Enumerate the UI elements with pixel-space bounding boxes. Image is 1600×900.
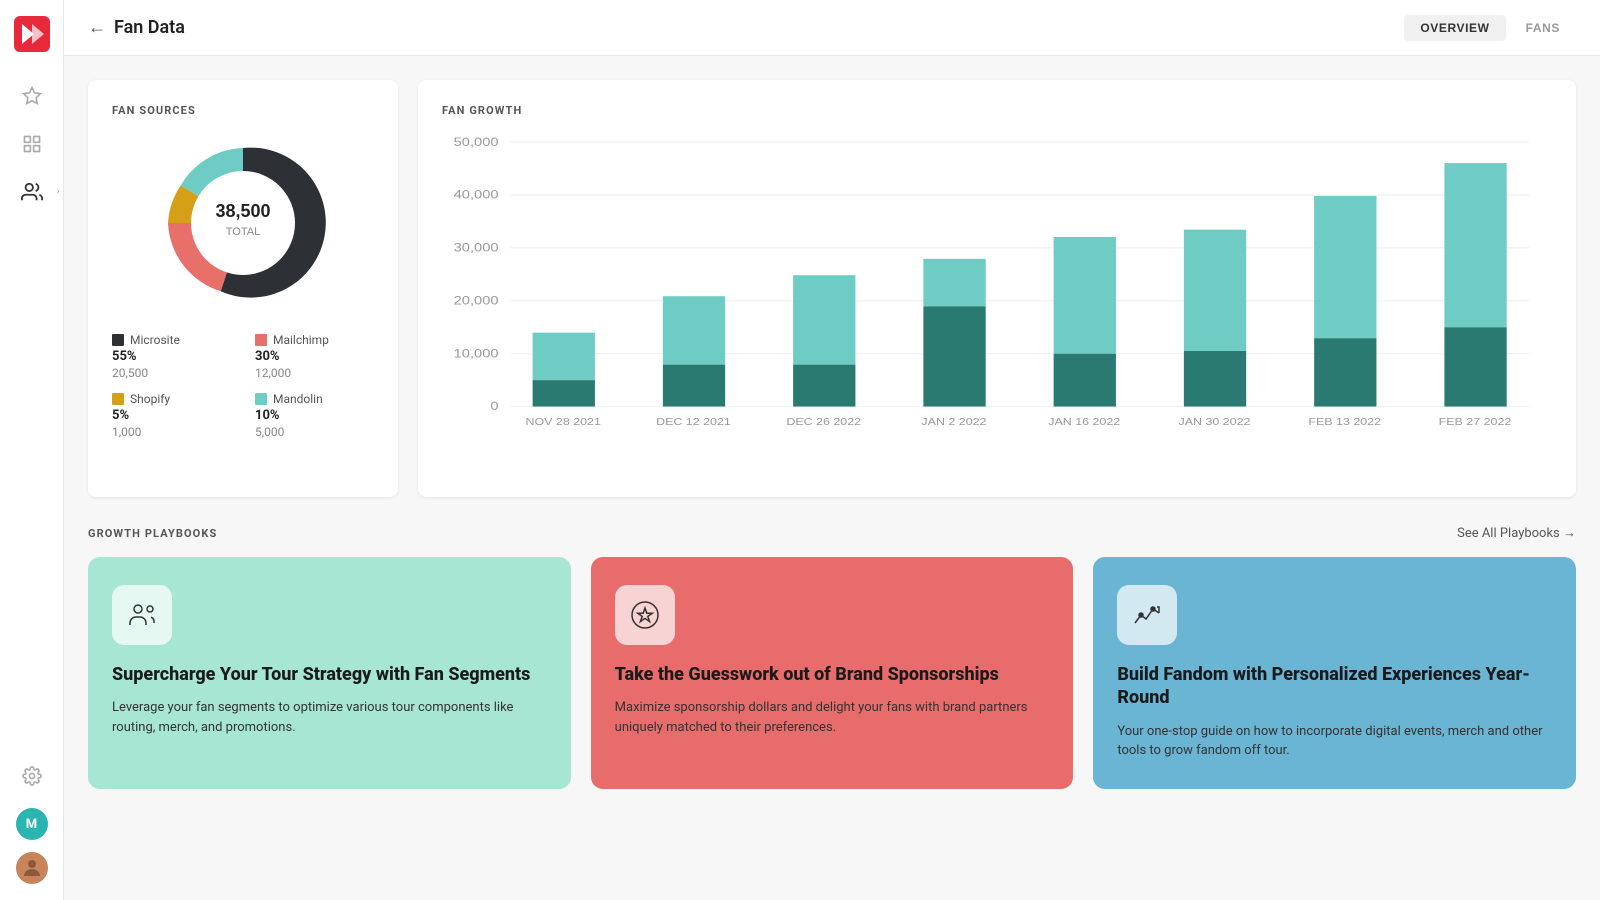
legend-mailchimp: Mailchimp 30% 12,000 xyxy=(255,333,374,380)
star-circle-icon xyxy=(629,599,661,631)
svg-text:0: 0 xyxy=(490,400,498,413)
legend-shopify: Shopify 5% 1,000 xyxy=(112,392,231,439)
fan-sources-legend: Microsite 55% 20,500 Mailchimp 30% 12,00… xyxy=(112,333,374,439)
playbooks-section: GROWTH PLAYBOOKS See All Playbooks → Sup xyxy=(88,525,1576,789)
svg-text:TOTAL: TOTAL xyxy=(226,226,260,238)
playbook-fandom-title: Build Fandom with Personalized Experienc… xyxy=(1117,663,1552,710)
svg-text:38,500: 38,500 xyxy=(215,201,270,221)
legend-mandolin: Mandolin 10% 5,000 xyxy=(255,392,374,439)
top-cards-row: FAN SOURCES 38, xyxy=(88,80,1576,497)
playbook-tour-desc: Leverage your fan segments to optimize v… xyxy=(112,698,547,737)
users-group-icon xyxy=(126,599,158,631)
playbooks-section-title: GROWTH PLAYBOOKS xyxy=(88,527,217,540)
svg-text:FEB 27 2022: FEB 27 2022 xyxy=(1439,417,1512,428)
legend-microsite: Microsite 55% 20,500 xyxy=(112,333,231,380)
fan-sources-title: FAN SOURCES xyxy=(112,104,374,117)
svg-text:DEC 26 2022: DEC 26 2022 xyxy=(786,417,861,428)
svg-text:FEB 13 2022: FEB 13 2022 xyxy=(1308,417,1381,428)
content-area: FAN SOURCES 38, xyxy=(64,56,1600,900)
avatar-user[interactable] xyxy=(16,852,48,884)
svg-text:DEC 12 2021: DEC 12 2021 xyxy=(656,417,731,428)
page-title: Fan Data xyxy=(114,17,185,38)
app-logo xyxy=(14,16,50,52)
svg-text:NOV 28 2021: NOV 28 2021 xyxy=(525,417,600,428)
playbook-tour-title: Supercharge Your Tour Strategy with Fan … xyxy=(112,663,547,686)
sidebar: › M xyxy=(0,0,64,900)
playbook-tour-icon-wrap xyxy=(112,585,172,645)
svg-text:10,000: 10,000 xyxy=(454,347,499,360)
fan-growth-title: FAN GROWTH xyxy=(442,104,1552,117)
legend-color-microsite xyxy=(112,334,124,346)
fan-sources-card: FAN SOURCES 38, xyxy=(88,80,398,497)
playbook-tour[interactable]: Supercharge Your Tour Strategy with Fan … xyxy=(88,557,571,789)
avatar-m[interactable]: M xyxy=(16,808,48,840)
fan-growth-card: FAN GROWTH 50,000 40,000 30,000 xyxy=(418,80,1576,497)
see-all-playbooks[interactable]: See All Playbooks → xyxy=(1457,525,1576,541)
topbar-nav: OVERVIEW FANS xyxy=(1404,15,1576,41)
playbooks-header: GROWTH PLAYBOOKS See All Playbooks → xyxy=(88,525,1576,541)
back-button[interactable]: ← xyxy=(88,17,106,38)
settings-icon[interactable] xyxy=(12,756,52,796)
sidebar-bottom: M xyxy=(12,756,52,884)
svg-text:JAN 16 2022: JAN 16 2022 xyxy=(1048,417,1120,428)
playbook-fandom-icon-wrap xyxy=(1117,585,1177,645)
legend-color-shopify xyxy=(112,393,124,405)
playbook-sponsorships-icon-wrap xyxy=(615,585,675,645)
bar-chart-svg: 50,000 40,000 30,000 20,000 10,000 0 xyxy=(442,133,1552,443)
playbook-sponsorships-desc: Maximize sponsorship dollars and delight… xyxy=(615,698,1050,737)
sidebar-item-star[interactable] xyxy=(12,76,52,116)
svg-text:JAN 30 2022: JAN 30 2022 xyxy=(1178,417,1250,428)
svg-text:JAN 2 2022: JAN 2 2022 xyxy=(921,417,986,428)
playbook-sponsorships[interactable]: Take the Guesswork out of Brand Sponsors… xyxy=(591,557,1074,789)
nav-overview[interactable]: OVERVIEW xyxy=(1404,15,1505,41)
svg-text:40,000: 40,000 xyxy=(454,188,499,201)
playbook-fandom-desc: Your one-stop guide on how to incorporat… xyxy=(1117,722,1552,761)
nav-fans[interactable]: FANS xyxy=(1510,15,1576,41)
playbooks-grid: Supercharge Your Tour Strategy with Fan … xyxy=(88,557,1576,789)
svg-text:50,000: 50,000 xyxy=(454,135,499,148)
sidebar-item-grid[interactable] xyxy=(12,124,52,164)
svg-text:30,000: 30,000 xyxy=(454,241,499,254)
bar-chart-wrap: 50,000 40,000 30,000 20,000 10,000 0 xyxy=(442,133,1552,473)
legend-color-mandolin xyxy=(255,393,267,405)
playbook-sponsorships-title: Take the Guesswork out of Brand Sponsors… xyxy=(615,663,1050,686)
topbar: ← Fan Data OVERVIEW FANS xyxy=(64,0,1600,56)
sidebar-item-fans[interactable]: › xyxy=(12,172,52,212)
svg-text:20,000: 20,000 xyxy=(454,294,499,307)
donut-chart-container: 38,500 TOTAL xyxy=(112,133,374,313)
chart-trend-icon xyxy=(1131,599,1163,631)
playbook-fandom[interactable]: Build Fandom with Personalized Experienc… xyxy=(1093,557,1576,789)
legend-color-mailchimp xyxy=(255,334,267,346)
main-area: ← Fan Data OVERVIEW FANS FAN SOURCES xyxy=(64,0,1600,900)
donut-chart: 38,500 TOTAL xyxy=(153,133,333,313)
